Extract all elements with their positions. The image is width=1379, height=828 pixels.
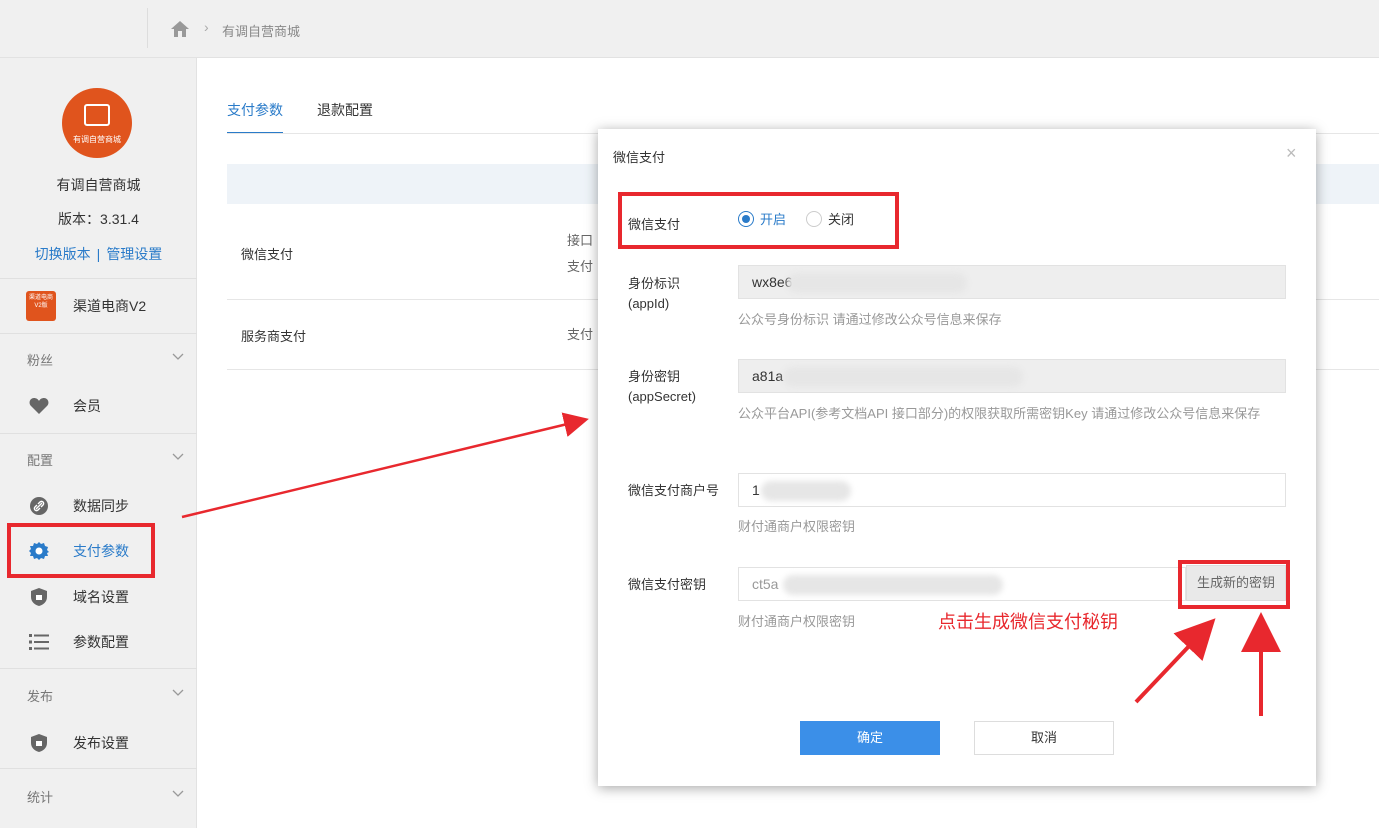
sidebar: 有调自营商城 有调自营商城 版本：3.31.4 切换版本 | 管理设置 渠道电商V2… [0, 58, 197, 828]
chevron-down-icon[interactable] [172, 450, 184, 462]
divider [147, 8, 148, 48]
chevron-right-icon: › [204, 19, 209, 35]
group-stats[interactable]: 统计 [27, 787, 53, 806]
sidebar-item-data-sync[interactable]: 数据同步 [28, 495, 129, 517]
shop-logo: 有调自营商城 [62, 88, 132, 158]
appid-label: 身份标识 [628, 276, 681, 291]
chevron-down-icon[interactable] [172, 350, 184, 362]
row-desc: 支付 [567, 327, 594, 342]
merchant-help: 财付通商户权限密钥 [738, 519, 856, 534]
chevron-down-icon[interactable] [172, 787, 184, 799]
version-label: 版本：3.31.4 [58, 211, 139, 227]
annotation-highlight-box [7, 523, 155, 578]
redaction-blur [783, 575, 1003, 595]
appid-label-sub: (appId) [628, 296, 670, 311]
appid-field[interactable]: wx8e6 [738, 265, 1286, 299]
close-icon[interactable]: × [1286, 143, 1297, 164]
redaction-blur [783, 367, 1023, 387]
manage-settings-link[interactable]: 管理设置 [106, 246, 162, 262]
heart-icon [28, 395, 50, 417]
switch-version-link[interactable]: 切换版本 [35, 246, 91, 262]
sidebar-item-app[interactable]: 渠道电商V2版 渠道电商V2 [26, 291, 146, 321]
link-icon [28, 495, 50, 517]
chevron-down-icon[interactable] [172, 686, 184, 698]
shield-icon [28, 586, 50, 608]
breadcrumb[interactable]: 有调自营商城 [222, 21, 300, 40]
divider [0, 278, 197, 279]
tab-refund-config[interactable]: 退款配置 [317, 100, 373, 134]
paykey-label: 微信支付密钥 [628, 577, 707, 592]
shop-name: 有调自营商城 [56, 177, 141, 193]
home-icon[interactable] [170, 19, 190, 39]
annotation-text: 点击生成微信支付秘钥 [938, 612, 1118, 632]
secret-label-sub: (appSecret) [628, 389, 696, 404]
top-bar: › 有调自营商城 [0, 0, 1379, 58]
divider [0, 333, 197, 334]
appsecret-help: 公众平台API(参考文档API 接口部分)的权限获取所需密钥Key 请通过修改公… [738, 406, 1261, 421]
link-divider: | [96, 246, 101, 262]
wechat-pay-dialog: 微信支付 × 微信支付 开启 关闭 身份标识 (appId) wx8e6 公众号… [598, 129, 1316, 786]
merchant-id-field[interactable]: 1 [738, 473, 1286, 507]
redaction-blur [787, 273, 967, 293]
app-icon: 渠道电商V2版 [26, 291, 56, 321]
row-name: 微信支付 [241, 247, 294, 262]
shield-icon [28, 732, 50, 754]
merchant-label: 微信支付商户号 [628, 483, 720, 498]
divider [0, 768, 197, 769]
store-icon [84, 104, 110, 126]
redaction-blur [761, 481, 851, 501]
tab-bar: 支付参数 退款配置 [227, 100, 407, 134]
sidebar-item-label: 渠道电商V2 [73, 298, 147, 314]
sidebar-item-param-config[interactable]: 参数配置 [28, 631, 129, 653]
cancel-button[interactable]: 取消 [974, 721, 1114, 755]
row-desc: 支付 [567, 259, 594, 274]
group-fans[interactable]: 粉丝 [27, 350, 53, 369]
tab-payment-params[interactable]: 支付参数 [227, 100, 283, 134]
row-desc: 接口 [567, 233, 594, 248]
divider [0, 668, 197, 669]
appid-help: 公众号身份标识 请通过修改公众号信息来保存 [738, 312, 1002, 327]
paykey-field[interactable]: ct5a [738, 567, 1186, 601]
group-publish[interactable]: 发布 [27, 686, 53, 705]
row-name: 服务商支付 [241, 329, 307, 344]
sidebar-item-publish-settings[interactable]: 发布设置 [28, 732, 129, 754]
sidebar-item-domain-settings[interactable]: 域名设置 [28, 586, 129, 608]
secret-label: 身份密钥 [628, 369, 681, 384]
annotation-highlight-box [618, 192, 899, 249]
sidebar-links: 切换版本 | 管理设置 [0, 244, 197, 264]
appsecret-field[interactable]: a81a [738, 359, 1286, 393]
divider [0, 433, 197, 434]
confirm-button[interactable]: 确定 [800, 721, 940, 755]
group-config[interactable]: 配置 [27, 450, 53, 469]
sidebar-item-member[interactable]: 会员 [28, 395, 101, 417]
list-icon [28, 631, 50, 653]
annotation-highlight-box [1178, 560, 1290, 609]
dialog-title: 微信支付 [613, 150, 666, 165]
